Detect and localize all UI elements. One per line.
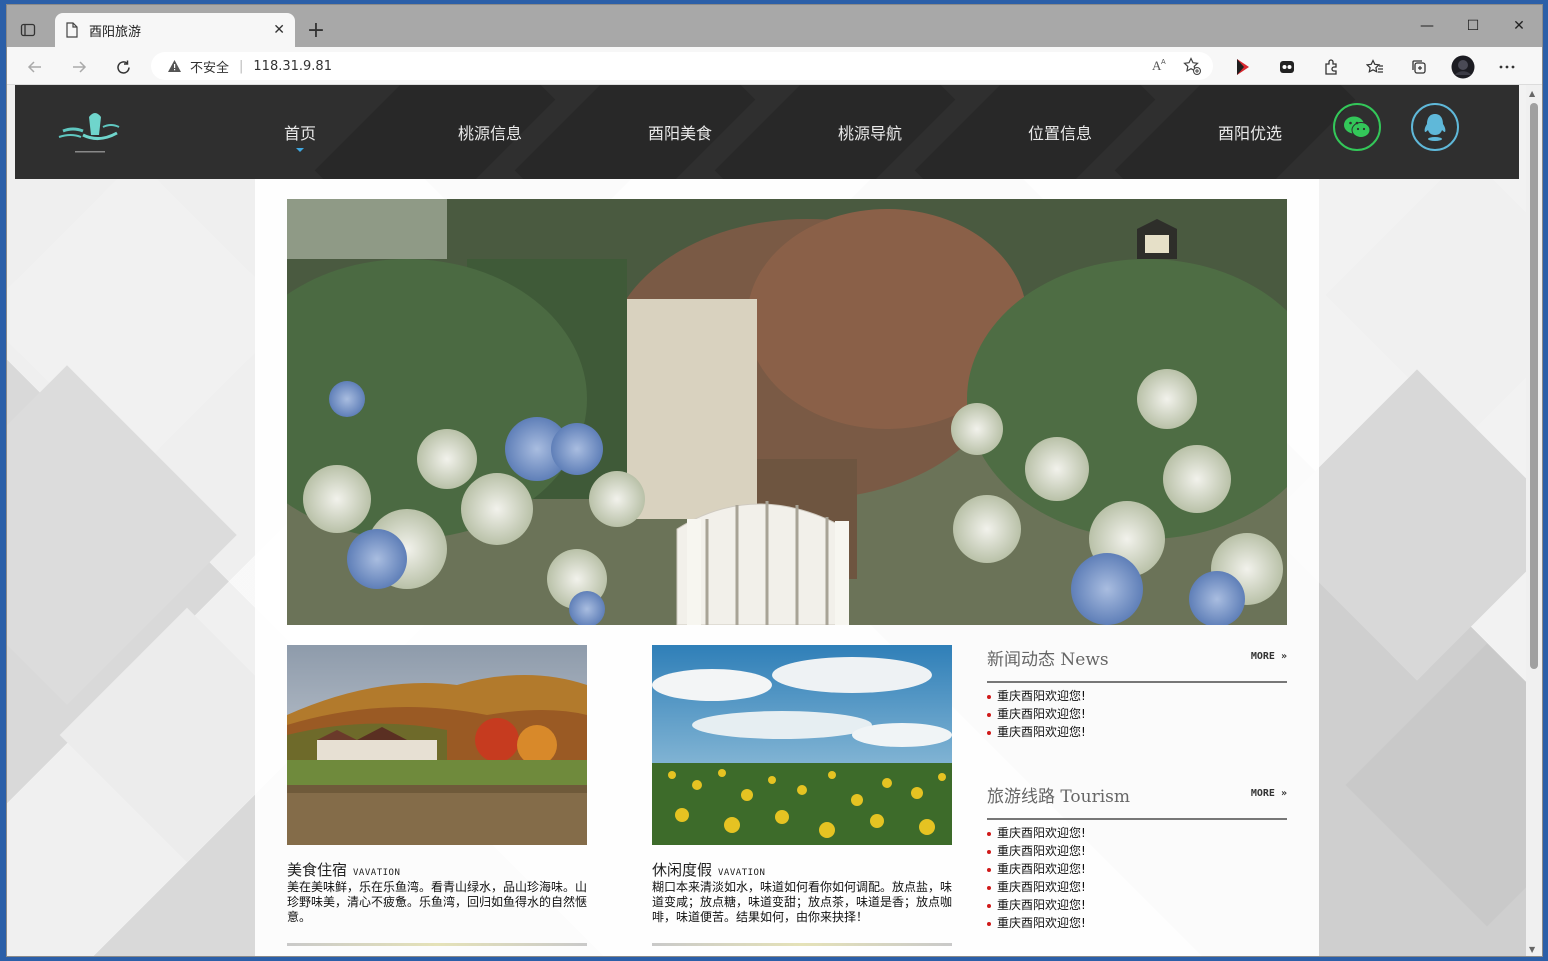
- card-divider: [287, 943, 587, 946]
- address-bar: 不安全 | 118.31.9.81 AA: [7, 47, 1542, 85]
- profile-avatar[interactable]: [1449, 53, 1477, 81]
- tab-title: 酉阳旅游: [89, 24, 142, 40]
- minimize-button[interactable]: —: [1404, 5, 1450, 47]
- news-section: 新闻动态 News MORE » 重庆酉阳欢迎您! 重庆酉阳欢迎您! 重庆酉阳欢…: [987, 641, 1287, 741]
- card-tag: VAVATION: [353, 868, 401, 878]
- tourism-section: 旅游线路 Tourism MORE » 重庆酉阳欢迎您! 重庆酉阳欢迎您! 重庆…: [987, 778, 1287, 932]
- site-header: 首页 桃源信息 酉阳美食 桃源导航 位置信息 酉阳优选: [15, 85, 1519, 179]
- settings-more-icon[interactable]: [1493, 53, 1521, 81]
- site-logo[interactable]: [55, 105, 125, 157]
- tourism-title: 旅游线路 Tourism: [987, 787, 1131, 807]
- news-title: 新闻动态 News: [987, 650, 1109, 670]
- tourism-item[interactable]: 重庆酉阳欢迎您!: [987, 842, 1287, 860]
- warning-icon: [168, 60, 181, 72]
- food-lodging-image[interactable]: [287, 645, 587, 845]
- svg-text:A: A: [1161, 59, 1166, 66]
- main-nav: 首页 桃源信息 酉阳美食 桃源导航 位置信息 酉阳优选: [205, 85, 1345, 179]
- url-separator: |: [239, 58, 244, 74]
- tourism-item[interactable]: 重庆酉阳欢迎您!: [987, 860, 1287, 878]
- news-item[interactable]: 重庆酉阳欢迎您!: [987, 687, 1287, 705]
- banner-image[interactable]: [287, 199, 1287, 625]
- wechat-icon[interactable]: [1333, 103, 1381, 151]
- card-divider: [652, 943, 952, 946]
- card-description: 糊口本来清淡如水，味道如何看你如何调配。放点盐，味道变咸；放点糖，味道变甜；放点…: [652, 880, 953, 924]
- tab-close-icon[interactable]: ✕: [273, 22, 285, 38]
- tourism-item[interactable]: 重庆酉阳欢迎您!: [987, 896, 1287, 914]
- tourism-list: 重庆酉阳欢迎您! 重庆酉阳欢迎您! 重庆酉阳欢迎您! 重庆酉阳欢迎您! 重庆酉阳…: [987, 824, 1287, 932]
- page-viewport: 首页 桃源信息 酉阳美食 桃源导航 位置信息 酉阳优选 美食住宿 VAVATIO…: [7, 85, 1528, 956]
- read-aloud-icon[interactable]: AA: [1151, 57, 1169, 79]
- url-field[interactable]: 不安全 | 118.31.9.81 AA: [151, 52, 1213, 80]
- scroll-down-icon[interactable]: ▼: [1529, 945, 1535, 954]
- tourism-item[interactable]: 重庆酉阳欢迎您!: [987, 824, 1287, 842]
- news-item[interactable]: 重庆酉阳欢迎您!: [987, 723, 1287, 741]
- nav-youyang-select[interactable]: 酉阳优选: [1155, 120, 1345, 144]
- card-title-text: 美食住宿: [287, 861, 348, 879]
- close-window-button[interactable]: ✕: [1496, 5, 1542, 47]
- tab-actions-icon[interactable]: [15, 17, 41, 43]
- page-icon: [66, 22, 78, 38]
- news-list: 重庆酉阳欢迎您! 重庆酉阳欢迎您! 重庆酉阳欢迎您!: [987, 687, 1287, 741]
- nav-taoyuan-info[interactable]: 桃源信息: [395, 120, 585, 144]
- card-tag: VAVATION: [718, 868, 766, 878]
- browser-tab[interactable]: 酉阳旅游 ✕: [55, 13, 295, 47]
- collections-icon[interactable]: [1405, 53, 1433, 81]
- extensions-puzzle-icon[interactable]: [1317, 53, 1345, 81]
- browser-window: 酉阳旅游 ✕ + — ☐ ✕ 不安全 | 118.31.9.81 AA 首页 桃…: [6, 4, 1543, 957]
- scroll-up-icon[interactable]: ▲: [1529, 89, 1535, 98]
- qq-icon[interactable]: [1411, 103, 1459, 151]
- news-item[interactable]: 重庆酉阳欢迎您!: [987, 705, 1287, 723]
- card-title-text: 休闲度假: [652, 861, 713, 879]
- food-lodging-card[interactable]: 美食住宿 VAVATION 美在美味鲜，乐在乐鱼湾。看青山绿水，品山珍海味。山珍野…: [287, 645, 587, 946]
- extension-dark-icon[interactable]: [1273, 53, 1301, 81]
- tourism-item[interactable]: 重庆酉阳欢迎您!: [987, 914, 1287, 932]
- favorites-icon[interactable]: [1361, 53, 1389, 81]
- tourism-item[interactable]: 重庆酉阳欢迎您!: [987, 878, 1287, 896]
- news-more-link[interactable]: MORE »: [1251, 651, 1287, 662]
- leisure-vacation-card[interactable]: 休闲度假 VAVATION 糊口本来清淡如水，味道如何看你如何调配。放点盐，味道变…: [652, 645, 952, 946]
- card-description: 美在美味鲜，乐在乐鱼湾。看青山绿水，品山珍海味。山珍野味美，清心不疲惫。乐鱼湾，…: [287, 880, 588, 924]
- content-panel: 美食住宿 VAVATION 美在美味鲜，乐在乐鱼湾。看青山绿水，品山珍海味。山珍野…: [255, 179, 1319, 956]
- forward-button[interactable]: [65, 53, 93, 81]
- tab-bar: 酉阳旅游 ✕ + — ☐ ✕: [7, 5, 1542, 47]
- scroll-thumb[interactable]: [1530, 103, 1538, 669]
- refresh-button[interactable]: [109, 53, 137, 81]
- url-text[interactable]: 118.31.9.81: [253, 59, 332, 74]
- tourism-more-link[interactable]: MORE »: [1251, 788, 1287, 799]
- favorite-add-icon[interactable]: [1183, 57, 1201, 79]
- security-label[interactable]: 不安全: [190, 57, 229, 76]
- new-tab-button[interactable]: +: [303, 17, 329, 43]
- nav-location-info[interactable]: 位置信息: [965, 120, 1155, 144]
- news-header: 新闻动态 News MORE »: [987, 641, 1287, 683]
- nav-youyang-food[interactable]: 酉阳美食: [585, 120, 775, 144]
- extension-red-icon[interactable]: [1229, 53, 1257, 81]
- nav-taoyuan-guide[interactable]: 桃源导航: [775, 120, 965, 144]
- card-title: 休闲度假 VAVATION: [652, 859, 952, 880]
- tourism-header: 旅游线路 Tourism MORE »: [987, 778, 1287, 820]
- vertical-scrollbar[interactable]: ▲ ▼: [1526, 85, 1542, 956]
- back-button[interactable]: [21, 53, 49, 81]
- leisure-vacation-image[interactable]: [652, 645, 952, 845]
- maximize-button[interactable]: ☐: [1450, 5, 1496, 47]
- card-title: 美食住宿 VAVATION: [287, 859, 587, 880]
- nav-home[interactable]: 首页: [205, 120, 395, 152]
- bg-shape: [1345, 643, 1528, 927]
